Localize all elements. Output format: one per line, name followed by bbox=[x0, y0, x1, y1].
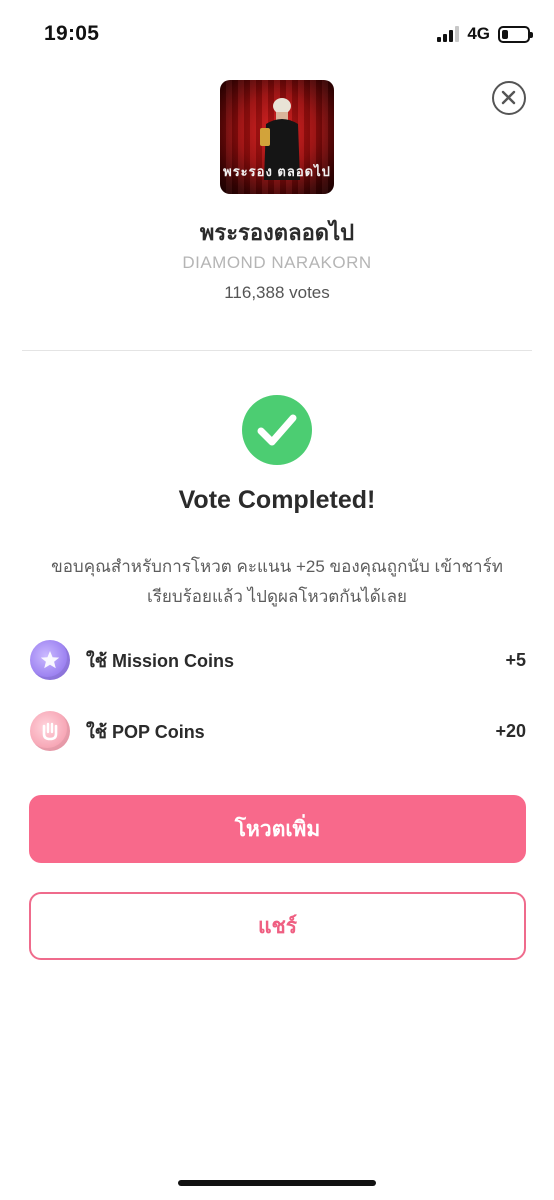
vote-completed-heading: Vote Completed! bbox=[178, 486, 376, 514]
network-label: 4G bbox=[467, 24, 490, 43]
mission-coins-label: ใช้ Mission Coins bbox=[86, 650, 235, 671]
mission-coins-row: ใช้ Mission Coins +5 bbox=[30, 638, 526, 682]
song-title: พระรองตลอดไป bbox=[199, 220, 355, 245]
artist-name: DIAMOND NARAKORN bbox=[182, 253, 372, 272]
vote-more-button[interactable]: โหวตเพิ่ม bbox=[29, 795, 526, 863]
battery-level bbox=[502, 29, 508, 39]
mission-coins-value: +5 bbox=[505, 649, 526, 670]
pop-coins-row: ใช้ POP Coins +20 bbox=[30, 709, 526, 753]
pop-coins-value: +20 bbox=[495, 720, 526, 741]
close-button[interactable] bbox=[492, 81, 526, 115]
cover-title: พระรอง ตลอดไป bbox=[223, 164, 331, 179]
divider bbox=[22, 350, 532, 351]
success-check-icon bbox=[242, 395, 312, 465]
pop-coins-label: ใช้ POP Coins bbox=[86, 721, 205, 742]
status-time: 19:05 bbox=[44, 22, 100, 45]
album-cover: พระรอง ตลอดไป bbox=[220, 80, 334, 194]
vote-count: 116,388 votes bbox=[224, 283, 330, 302]
status-bar: 19:05 4G bbox=[0, 0, 554, 66]
signal-icon bbox=[437, 26, 460, 42]
share-button[interactable]: แชร์ bbox=[29, 892, 526, 960]
home-indicator bbox=[178, 1180, 376, 1186]
close-icon bbox=[501, 90, 516, 105]
star-coin-icon bbox=[30, 640, 70, 680]
status-indicators: 4G bbox=[437, 24, 533, 44]
pop-coin-icon bbox=[30, 711, 70, 751]
thank-you-message: ขอบคุณสำหรับการโหวต คะแนน +25 ของคุณถูกน… bbox=[51, 557, 503, 606]
battery-icon bbox=[498, 25, 533, 43]
checkmark-icon bbox=[257, 414, 297, 446]
